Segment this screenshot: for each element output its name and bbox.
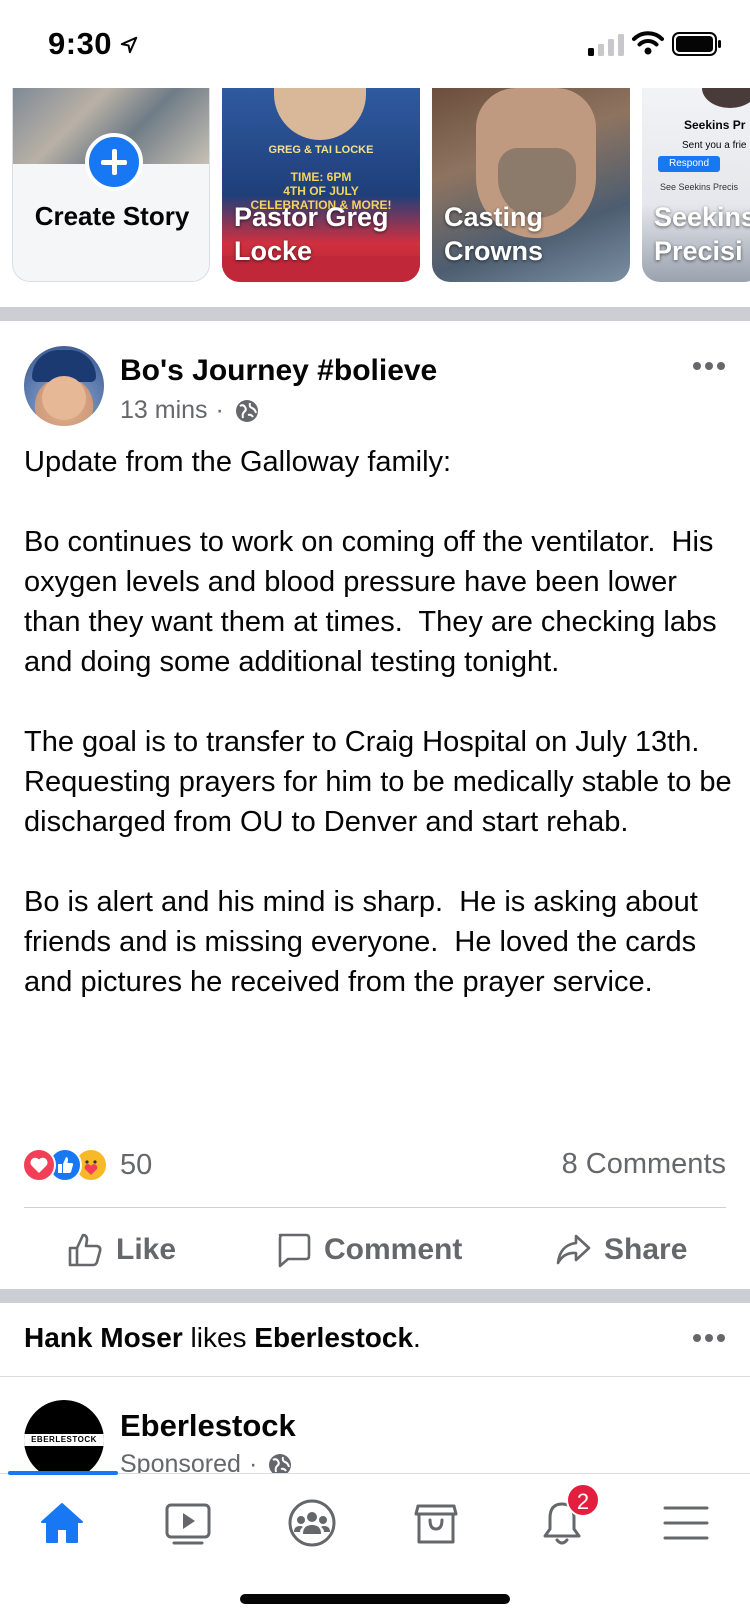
liked-by-line: Hank Moser likes Eberlestock. <box>24 1322 421 1354</box>
ad-avatar[interactable]: EBERLESTOCK <box>24 1400 104 1480</box>
share-label: Share <box>604 1233 688 1266</box>
more-options-icon[interactable] <box>692 1333 726 1343</box>
create-story-label: Create Story <box>34 201 190 231</box>
wifi-icon <box>632 31 664 55</box>
notification-badge: 2 <box>566 1483 600 1517</box>
comment-label: Comment <box>324 1233 463 1266</box>
tab-groups[interactable] <box>282 1496 342 1550</box>
liked-by-verb: likes <box>182 1322 255 1353</box>
liked-by-user[interactable]: Hank Moser <box>24 1322 183 1353</box>
stories-tray: Create Story GREG & TAI LOCKE TIME: 6PM … <box>0 88 750 308</box>
comment-button[interactable]: Comment <box>274 1225 462 1275</box>
liked-by-divider <box>0 1376 750 1377</box>
story-name: Casting Crowns <box>444 202 544 266</box>
battery-icon <box>672 32 721 56</box>
menu-icon <box>663 1506 709 1540</box>
location-arrow-icon <box>120 36 138 54</box>
post-time[interactable]: 13 mins <box>120 396 208 425</box>
liked-by-page[interactable]: Eberlestock <box>254 1322 413 1353</box>
avatar-face <box>42 376 86 420</box>
more-options-icon[interactable] <box>692 361 726 371</box>
story-casting-crowns[interactable]: Casting Crowns <box>432 88 630 282</box>
active-tab-indicator <box>8 1471 118 1475</box>
ad-page-name[interactable]: Eberlestock <box>120 1408 296 1444</box>
cellular-signal-icon <box>588 34 624 56</box>
love-reaction-icon <box>22 1148 56 1182</box>
story-name: Pastor Greg Locke <box>234 202 389 266</box>
story-seekins-precision[interactable]: Seekins Pr Sent you a frie Respond See S… <box>642 88 750 282</box>
story-thumbnail <box>702 88 750 108</box>
like-label: Like <box>116 1233 177 1266</box>
tab-watch[interactable] <box>158 1496 218 1550</box>
home-indicator[interactable] <box>240 1594 510 1604</box>
groups-icon <box>288 1499 336 1547</box>
status-time: 9:30 <box>48 26 113 61</box>
share-icon <box>556 1234 591 1265</box>
respond-button: Respond <box>658 156 720 172</box>
story-graphic-text: GREG & TAI LOCKE <box>268 144 374 156</box>
story-thumbnail <box>274 88 366 140</box>
meta-separator: · <box>215 396 224 424</box>
reaction-count: 50 <box>120 1148 153 1181</box>
comment-icon <box>278 1233 311 1268</box>
avatar[interactable] <box>24 346 104 426</box>
create-story-card[interactable]: Create Story <box>12 88 210 282</box>
share-button[interactable]: Share <box>554 1225 687 1275</box>
plus-icon[interactable] <box>85 133 143 191</box>
tab-home[interactable] <box>32 1496 92 1550</box>
reactions-summary[interactable]: 50 <box>22 1148 152 1182</box>
story-pastor-greg-locke[interactable]: GREG & TAI LOCKE TIME: 6PM 4TH OF JULY C… <box>222 88 420 282</box>
story-name: Seekins Precisi <box>654 202 750 266</box>
story-graphic-text: Sent you a frie <box>682 140 747 151</box>
section-divider <box>0 1289 750 1303</box>
home-icon <box>41 1503 83 1543</box>
actions-divider <box>24 1207 726 1208</box>
section-divider <box>0 307 750 321</box>
post-text: Update from the Galloway family: Bo cont… <box>24 446 732 998</box>
like-icon <box>68 1233 102 1267</box>
ad-logo-text: EBERLESTOCK <box>31 1435 97 1444</box>
post-author[interactable]: Bo's Journey #bolieve <box>120 354 437 388</box>
story-graphic-text: See Seekins Precis <box>660 182 739 192</box>
marketplace-icon <box>414 1504 458 1544</box>
liked-by-end: . <box>413 1322 421 1353</box>
like-button[interactable]: Like <box>66 1225 176 1275</box>
tab-marketplace[interactable] <box>406 1496 466 1550</box>
globe-icon <box>235 399 258 422</box>
post-meta: 13 mins · <box>120 396 260 425</box>
status-bar: 9:30 <box>0 0 750 88</box>
video-icon <box>165 1503 211 1545</box>
tab-menu[interactable] <box>656 1496 716 1550</box>
story-graphic-text: Seekins Pr <box>684 118 746 132</box>
comments-count[interactable]: 8 Comments <box>562 1148 726 1181</box>
